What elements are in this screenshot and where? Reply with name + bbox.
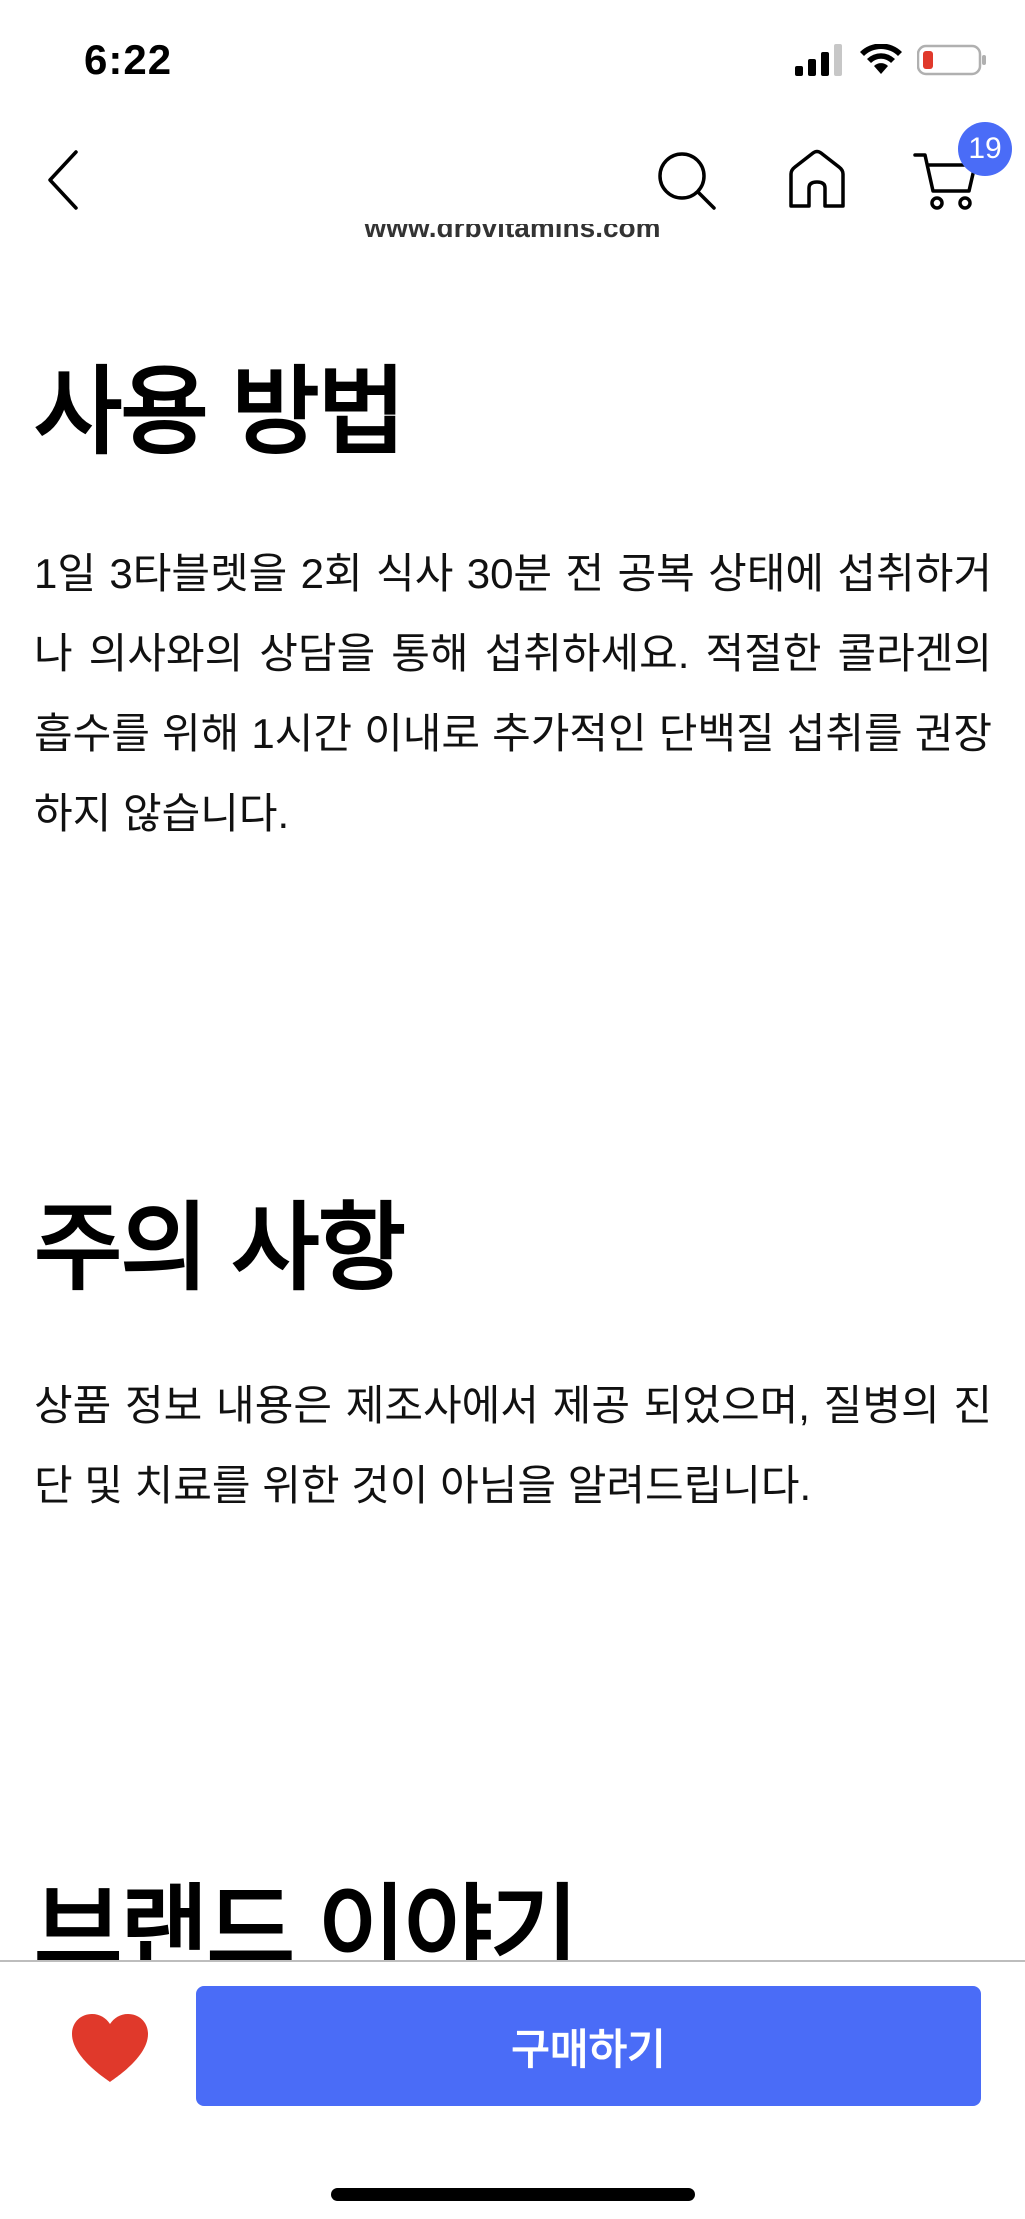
brand-title: 브랜드 이야기 [34, 1877, 579, 1960]
search-button[interactable] [646, 140, 726, 220]
cut-off-url-text: www.drbvitamins.com [0, 224, 1025, 250]
brand-section-clip: 브랜드 이야기 [0, 1860, 1025, 1960]
caution-body: 상품 정보 내용은 제조사에서 제공 되었으며, 질병의 진단 및 치료를 위한… [34, 1382, 992, 1509]
cellular-signal-icon [795, 44, 842, 76]
nav-bar [0, 130, 1025, 230]
search-icon [658, 152, 716, 210]
cart-count-badge: 19 [958, 122, 1012, 176]
usage-body: 1일 3타블렛을 2회 식사 30분 전 공복 상태에 섭취하거나 의사와의 상… [34, 550, 992, 837]
home-icon [789, 149, 845, 208]
chevron-left-icon [48, 150, 78, 210]
favorite-button[interactable] [70, 2012, 150, 2092]
buy-button[interactable]: 구매하기 [196, 1986, 981, 2106]
product-detail-screen: 6:22 19 www.drbvitamins.com 사용 방법 1일 3타블… [0, 0, 1025, 2219]
bottom-action-bar: 구매하기 [0, 1960, 1025, 2219]
status-icons [795, 44, 987, 76]
status-bar: 6:22 [0, 0, 1025, 120]
usage-title: 사용 방법 [34, 359, 406, 466]
caution-title: 주의 사항 [34, 1195, 406, 1302]
battery-low-icon [917, 44, 986, 76]
status-time: 6:22 [84, 36, 173, 83]
back-button[interactable] [22, 140, 102, 220]
wifi-icon [860, 44, 902, 74]
home-button[interactable] [777, 140, 857, 220]
heart-icon [72, 2014, 148, 2082]
home-indicator[interactable] [331, 2188, 695, 2201]
cut-off-url-label: www.drbvitamins.com [364, 224, 661, 243]
